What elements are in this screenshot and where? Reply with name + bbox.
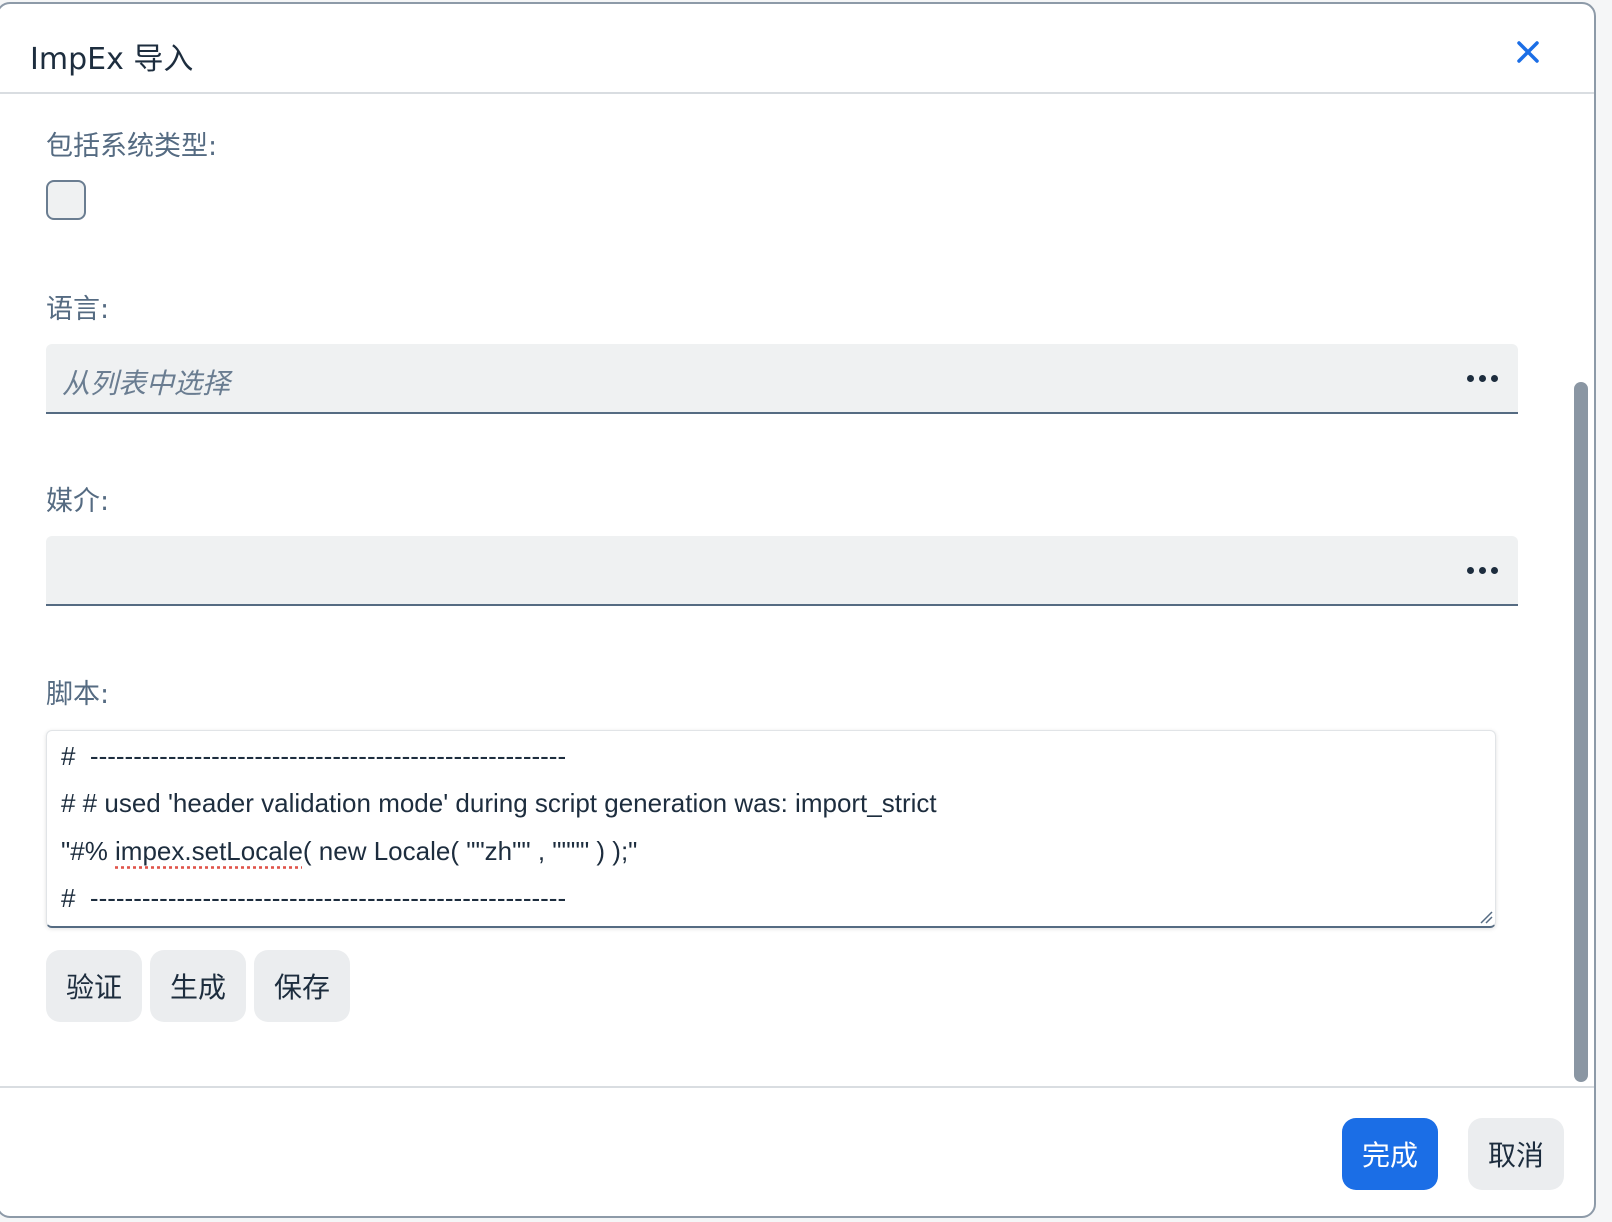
script-label: 脚本: [46, 679, 110, 710]
media-input[interactable] [46, 536, 1518, 606]
close-icon [1517, 41, 1539, 63]
dialog-header: ImpEx 导入 [0, 4, 1594, 94]
language-input[interactable]: 从列表中选择 [46, 344, 1518, 414]
script-line: # --------------------------------------… [61, 883, 567, 913]
media-label: 媒介: [46, 486, 110, 517]
scrollbar-thumb[interactable] [1574, 382, 1588, 1082]
script-line: # --------------------------------------… [61, 741, 567, 771]
more-icon [1466, 566, 1498, 574]
more-icon [1466, 374, 1498, 382]
generate-button[interactable]: 生成 [150, 950, 246, 1022]
language-value-help-button[interactable] [1460, 358, 1504, 398]
script-line: "#% impex.setLocale( new Locale( ""zh"" … [61, 836, 637, 867]
resize-grip-icon[interactable] [1479, 910, 1493, 924]
cancel-button[interactable]: 取消 [1468, 1118, 1564, 1190]
media-value-help-button[interactable] [1460, 550, 1504, 590]
script-line: # # used 'header validation mode' during… [61, 788, 937, 818]
script-textarea[interactable]: # --------------------------------------… [46, 730, 1496, 928]
language-label: 语言: [46, 294, 110, 325]
impex-import-dialog: ImpEx 导入 包括系统类型: 语言: 从列表中选择 媒介: 脚本: # --… [0, 2, 1596, 1218]
script-line-prefix: "#% [61, 836, 116, 866]
language-placeholder: 从列表中选择 [62, 367, 231, 400]
save-button[interactable]: 保存 [254, 950, 350, 1022]
include-system-types-checkbox[interactable] [46, 180, 86, 220]
include-system-types-label: 包括系统类型: [46, 131, 218, 162]
dialog-footer: 完成 取消 [0, 1086, 1594, 1216]
validate-button[interactable]: 验证 [46, 950, 142, 1022]
script-line-suffix: ( new Locale( ""zh"" , """" ) );" [302, 836, 638, 866]
done-button[interactable]: 完成 [1342, 1118, 1438, 1190]
spellcheck-word: impex.setLocale [115, 836, 303, 866]
dialog-title: ImpEx 导入 [30, 42, 194, 77]
close-button[interactable] [1508, 32, 1548, 72]
